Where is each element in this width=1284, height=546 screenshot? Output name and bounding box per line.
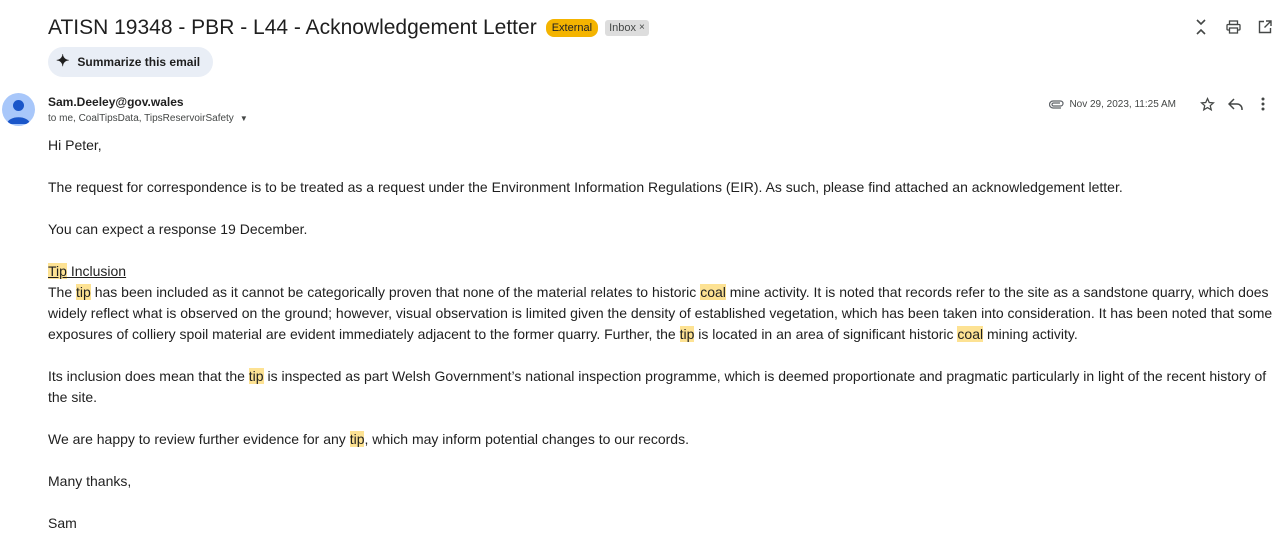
star-icon[interactable] (1196, 93, 1218, 115)
summarize-label: Summarize this email (77, 55, 201, 69)
highlighted-term: tip (349, 431, 365, 447)
body-paragraph-1: The request for correspondence is to be … (48, 179, 1123, 195)
avatar[interactable] (2, 93, 35, 126)
email-subject: ATISN 19348 - PBR - L44 - Acknowledgemen… (48, 16, 537, 39)
inbox-label-text: Inbox (609, 22, 636, 34)
collapse-all-icon[interactable] (1192, 16, 1210, 38)
text-span: has been included as it cannot be catego… (90, 284, 701, 300)
message-date: Nov 29, 2023, 11:25 AM (1069, 98, 1176, 110)
reply-icon[interactable] (1224, 93, 1246, 115)
text-span: We are happy to review further evidence … (48, 431, 350, 447)
thread-toolbar (1192, 16, 1274, 38)
body-paragraph-5: We are happy to review further evidence … (48, 429, 1280, 450)
recipients-text: to me, CoalTipsData, TipsReservoirSafety (48, 113, 234, 124)
summarize-email-button[interactable]: ✦ Summarize this email (48, 47, 214, 77)
body-paragraph-4: Its inclusion does mean that the tip is … (48, 366, 1280, 408)
closing: Many thanks, (48, 473, 132, 489)
highlighted-term: coal (957, 326, 984, 342)
text-span: , which may inform potential changes to … (364, 431, 689, 447)
remove-label-icon[interactable]: × (639, 21, 645, 35)
message-meta: Nov 29, 2023, 11:25 AM (1049, 93, 1274, 115)
highlighted-term: coal (700, 284, 726, 300)
section-heading: Tip Inclusion (48, 261, 1280, 282)
text-span: mining activity. (983, 326, 1078, 342)
default-avatar-icon (7, 100, 30, 124)
print-icon[interactable] (1224, 16, 1242, 38)
open-in-new-window-icon[interactable] (1256, 16, 1274, 38)
body-paragraph-2: You can expect a response 19 December. (48, 221, 308, 237)
greeting: Hi Peter, (48, 137, 102, 153)
signature: Sam (48, 515, 77, 531)
text-span: Its inclusion does mean that the (48, 368, 249, 384)
section-heading-text: Inclusion (66, 263, 127, 279)
text-span: The (48, 284, 77, 300)
chevron-down-icon[interactable]: ▼ (240, 114, 248, 123)
external-badge: External (545, 19, 599, 37)
highlighted-term: tip (76, 284, 91, 300)
body-paragraph-3: The tip has been included as it cannot b… (48, 282, 1280, 345)
sparkle-icon: ✦ (56, 53, 70, 70)
highlighted-term: tip (679, 326, 695, 342)
sender-email[interactable]: Sam.Deeley@gov.wales (48, 95, 184, 109)
email-body: Hi Peter, The request for correspondence… (48, 135, 1280, 534)
attachment-icon (1049, 99, 1065, 109)
inbox-label-chip[interactable]: Inbox × (605, 20, 649, 36)
text-span: is located in an area of significant his… (694, 326, 958, 342)
recipients-line[interactable]: to me, CoalTipsData, TipsReservoirSafety… (48, 113, 248, 124)
subject-row: ATISN 19348 - PBR - L44 - Acknowledgemen… (48, 14, 649, 42)
highlighted-term: Tip (48, 263, 67, 279)
more-vert-icon[interactable] (1252, 93, 1274, 115)
highlighted-term: tip (248, 368, 264, 384)
